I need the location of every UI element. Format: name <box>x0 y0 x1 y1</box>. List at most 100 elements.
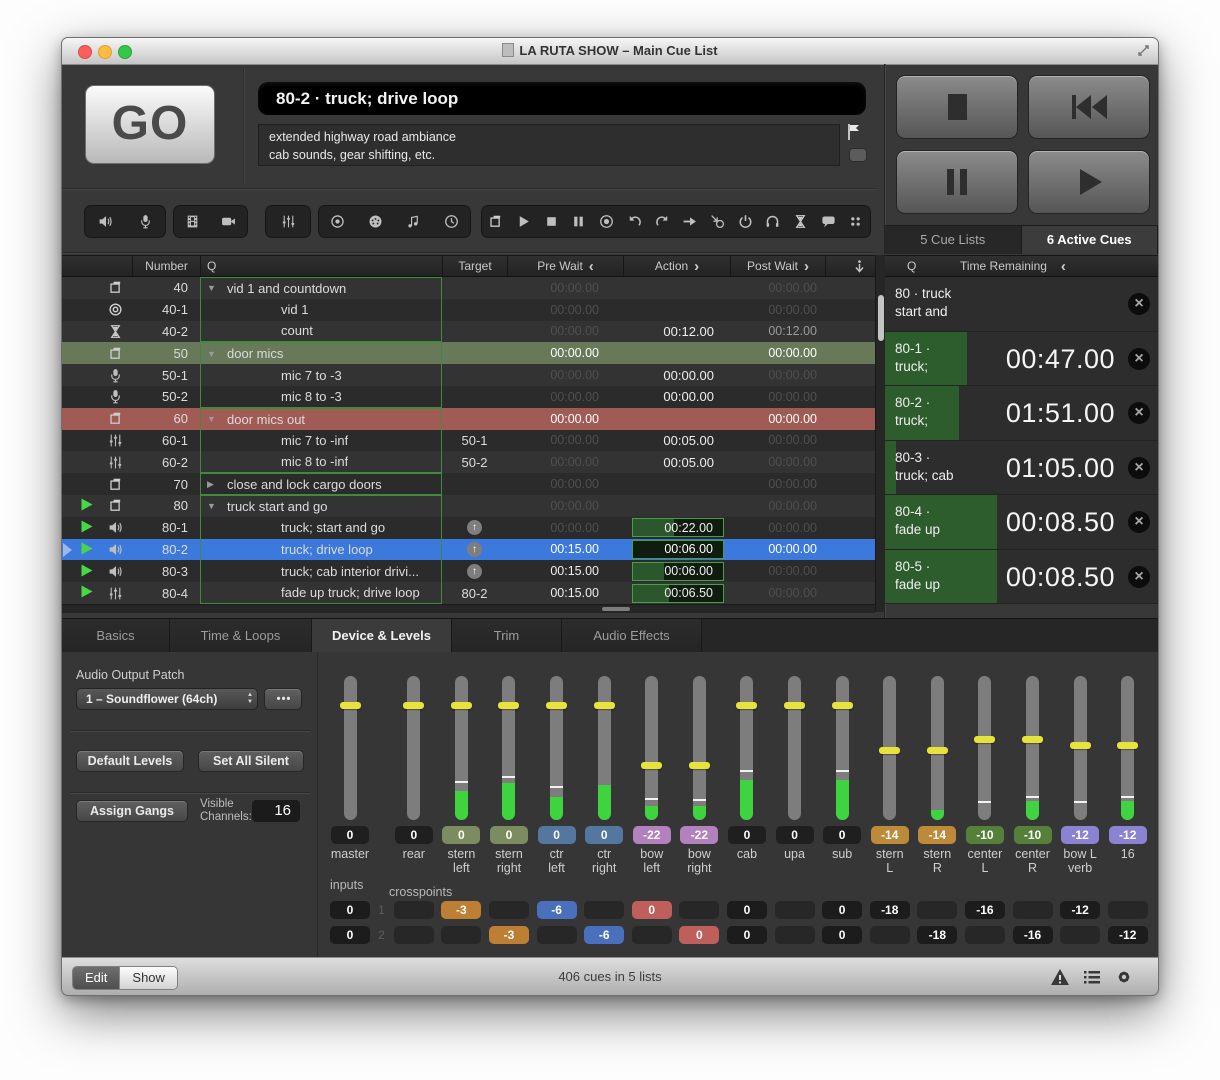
fader-thumb[interactable] <box>403 702 424 709</box>
crosspoint-cell[interactable]: -18 <box>914 926 962 944</box>
crosspoint-cell[interactable]: -16 <box>1009 926 1057 944</box>
fader-track[interactable] <box>598 676 611 820</box>
collapse-left-icon[interactable]: ‹ <box>1061 258 1066 275</box>
action-cell[interactable] <box>623 473 730 495</box>
fader-track[interactable] <box>693 676 706 820</box>
cue-name[interactable]: door mics out <box>227 412 305 427</box>
settings-gear-icon[interactable] <box>1114 967 1134 987</box>
crosspoint-cell[interactable]: 0 <box>818 901 866 919</box>
post-wait-time[interactable]: 00:00.00 <box>730 412 825 426</box>
pre-wait-time[interactable]: 00:00.00 <box>507 346 623 360</box>
cue-lists-icon[interactable] <box>1082 967 1102 987</box>
action-cell[interactable]: 00:06.50 <box>623 582 730 604</box>
cue-name-cell[interactable]: vid 1 <box>200 299 442 321</box>
disclosure-triangle[interactable]: ▼ <box>207 283 221 293</box>
active-header-q[interactable]: Q <box>885 259 960 273</box>
set-all-silent-button[interactable]: Set All Silent <box>198 750 304 772</box>
add-record-cue-button[interactable] <box>599 214 615 230</box>
assign-gangs-button[interactable]: Assign Gangs <box>76 800 188 822</box>
add-pause-cue-button[interactable] <box>571 214 587 230</box>
post-wait-time[interactable]: 00:00.00 <box>730 433 825 447</box>
cue-name[interactable]: mic 8 to -3 <box>281 389 342 404</box>
inspector-tab-audio-effects[interactable]: Audio Effects <box>562 619 702 653</box>
expand-right-icon[interactable]: › <box>694 258 699 275</box>
fader-thumb[interactable] <box>689 762 710 769</box>
audio-patch-dropdown[interactable]: 1 – Soundflower (64ch) ▲▼ <box>76 688 258 710</box>
fader-thumb[interactable] <box>736 702 757 709</box>
fader-value[interactable]: 0 <box>538 826 576 844</box>
action-cell[interactable]: 00:00.00 <box>623 364 730 386</box>
pre-wait-time[interactable]: 00:00.00 <box>507 412 623 426</box>
pre-wait-time[interactable]: 00:15.00 <box>507 564 623 578</box>
pre-wait-time[interactable]: 00:00.00 <box>507 324 623 338</box>
add-group-cue-button[interactable] <box>488 214 504 230</box>
fader-value[interactable]: -22 <box>633 826 671 844</box>
crosspoint-cell[interactable]: 0 <box>628 901 676 919</box>
cue-notes-field[interactable]: extended highway road ambiance cab sound… <box>258 124 840 166</box>
cue-name[interactable]: close and lock cargo doors <box>227 477 382 492</box>
resume-all-button[interactable] <box>1028 150 1150 214</box>
post-wait-time[interactable]: 00:00.00 <box>730 281 825 295</box>
fader-track[interactable] <box>455 676 468 820</box>
crosspoint-cell[interactable]: -6 <box>533 901 581 919</box>
add-target-cue-button[interactable] <box>330 214 346 230</box>
cue-name[interactable]: mic 7 to -inf <box>281 433 348 448</box>
stop-cue-button[interactable]: × <box>1128 511 1150 533</box>
cue-name[interactable]: door mics <box>227 346 283 361</box>
tab-active-cues[interactable]: 6 Active Cues <box>1022 226 1159 254</box>
crosspoint-cell[interactable]: -6 <box>580 926 628 944</box>
fader-thumb[interactable] <box>1070 742 1091 749</box>
fader-track[interactable] <box>1121 676 1134 820</box>
post-wait-time[interactable]: 00:00.00 <box>730 586 825 600</box>
vertical-scrollbar[interactable] <box>875 255 885 612</box>
post-wait-time[interactable]: 00:12.00 <box>730 324 825 338</box>
pre-wait-time[interactable]: 00:00.00 <box>507 390 623 404</box>
fader-thumb[interactable] <box>927 747 948 754</box>
crosspoint-cell[interactable]: -3 <box>438 901 486 919</box>
cue-row-60-1[interactable]: 60-1 mic 7 to -inf 50-1 00:00.00 00:05.0… <box>62 430 875 452</box>
titlebar[interactable]: LA RUTA SHOW – Main Cue List <box>62 38 1158 65</box>
active-cue-row[interactable]: 80-3 ·truck; cab 01:05.00 × <box>885 441 1158 496</box>
cue-number[interactable]: 70 <box>132 477 194 492</box>
fader-value[interactable]: 0 <box>490 826 528 844</box>
action-time[interactable]: 00:05.00 <box>663 433 730 448</box>
pre-wait-time[interactable]: 00:00.00 <box>507 521 623 535</box>
pre-wait-time[interactable]: 00:00.00 <box>507 499 623 513</box>
action-cell[interactable]: 00:05.00 <box>623 430 730 452</box>
cue-row-80-2[interactable]: 80-2 truck; drive loop ↑ 00:15.00 00:06.… <box>62 539 875 561</box>
cue-name-cell[interactable]: mic 8 to -inf <box>200 451 442 473</box>
stop-cue-button[interactable]: × <box>1128 566 1150 588</box>
fader-track[interactable] <box>1074 676 1087 820</box>
post-wait-time[interactable]: 00:00.00 <box>730 542 825 556</box>
cue-name-cell[interactable]: count <box>200 321 442 343</box>
fader-track[interactable] <box>931 676 944 820</box>
fader-thumb[interactable] <box>594 702 615 709</box>
fader-value[interactable]: 0 <box>442 826 480 844</box>
fader-value[interactable]: -10 <box>966 826 1004 844</box>
column-header-pre-wait[interactable]: Pre Wait‹ <box>507 256 623 276</box>
cue-number[interactable]: 40-1 <box>132 302 194 317</box>
active-cue-row[interactable]: 80-5 ·fade up 00:08.50 × <box>885 550 1158 605</box>
cue-name-cell[interactable]: mic 7 to -3 <box>200 364 442 386</box>
crosspoint-cell[interactable] <box>1056 926 1104 944</box>
crosspoint-cell[interactable] <box>390 926 438 944</box>
add-film-cue-button[interactable] <box>184 214 200 230</box>
cue-name[interactable]: truck start and go <box>227 499 327 514</box>
input-level-cell[interactable]: 0 <box>327 901 373 919</box>
cue-name-cell[interactable]: truck; cab interior drivi... <box>200 560 442 582</box>
active-cue-row[interactable]: 80-2 ·truck; 01:51.00 × <box>885 386 1158 441</box>
add-undo-cue-button[interactable] <box>626 214 642 230</box>
fader-track[interactable] <box>502 676 515 820</box>
cue-name[interactable]: truck; cab interior drivi... <box>281 564 419 579</box>
inspector-tab-trim[interactable]: Trim <box>452 619 562 653</box>
cue-name[interactable]: truck; start and go <box>281 520 385 535</box>
fader-value[interactable]: 0 <box>776 826 814 844</box>
crosspoint-cell[interactable]: 0 <box>818 926 866 944</box>
fader-value[interactable]: -12 <box>1109 826 1147 844</box>
cue-name-cell[interactable]: fade up truck; drive loop <box>200 582 442 604</box>
crosspoint-cell[interactable]: -3 <box>485 926 533 944</box>
default-levels-button[interactable]: Default Levels <box>76 750 184 772</box>
add-memo-cue-button[interactable] <box>820 214 836 230</box>
collapse-left-icon[interactable]: ‹ <box>589 258 594 275</box>
action-time[interactable]: 00:05.00 <box>663 455 730 470</box>
